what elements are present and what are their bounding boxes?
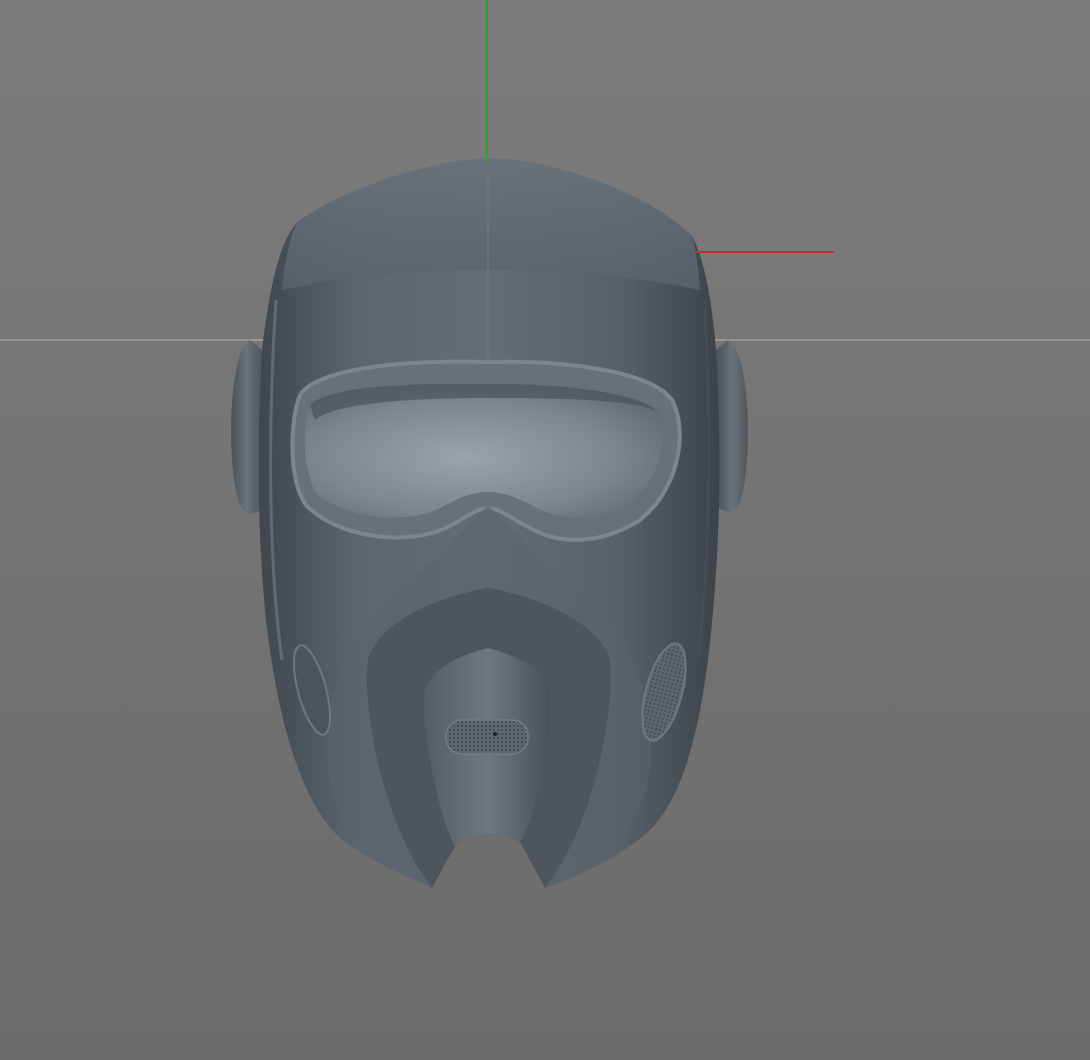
axis-y-gizmo[interactable] xyxy=(486,0,488,162)
mouth-vent-mesh xyxy=(445,719,529,755)
right-ear-pad xyxy=(716,340,748,512)
left-ear-pad xyxy=(231,340,262,515)
helmet-model[interactable] xyxy=(0,0,1090,1060)
axis-x-gizmo[interactable] xyxy=(696,251,834,253)
mouth-vent-dot xyxy=(493,732,497,736)
3d-viewport[interactable] xyxy=(0,0,1090,1060)
